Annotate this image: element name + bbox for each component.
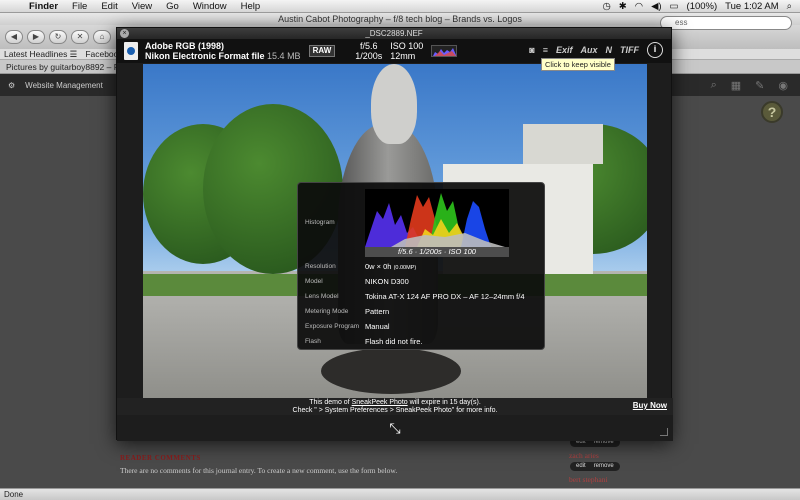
focal-length: 12mm (390, 51, 416, 61)
model-value: NIKON D300 (365, 277, 409, 286)
exposure-info: f/5.6 1/200s (355, 41, 382, 61)
sneakpeek-window: × _DSC2889.NEF Adobe RGB (1998) Nikon El… (116, 27, 673, 441)
menu-app-finder[interactable]: Finder (22, 0, 65, 13)
remove-link[interactable]: remove (594, 462, 614, 471)
resolution-label: Resolution (305, 263, 336, 270)
tab-pictures[interactable]: Pictures by guitarboy8892 – P (6, 62, 119, 72)
file-info: Adobe RGB (1998) Nikon Electronic Format… (145, 41, 301, 61)
close-icon[interactable]: × (120, 29, 129, 38)
sneakpeek-filename: _DSC2889.NEF (365, 29, 423, 38)
back-icon[interactable]: ◀ (5, 30, 23, 44)
demo-notice: This demo of SneakPeek Photo will expire… (117, 398, 673, 415)
sneakpeek-link[interactable]: SneakPeek Photo (352, 399, 408, 406)
buy-now-link[interactable]: Buy Now (633, 402, 667, 410)
menu-help[interactable]: Help (234, 0, 268, 13)
bluetooth-icon[interactable]: ✱ (619, 0, 627, 13)
eye-icon[interactable]: ◉ (778, 79, 788, 92)
demo-line-2: Check " > System Preferences > SneakPeek… (292, 407, 498, 414)
search-icon[interactable]: ⌕ (711, 79, 717, 92)
tool-buttons: ◙ ≡ Exif Aux N TIFF i (529, 42, 663, 58)
battery-icon[interactable]: ▭ (670, 0, 679, 13)
iso: ISO 100 (390, 41, 424, 51)
sneakpeek-titlebar: × _DSC2889.NEF (117, 28, 671, 39)
flash-label: Flash (305, 338, 321, 345)
exif-button[interactable]: Exif (556, 45, 573, 55)
file-format: Nikon Electronic Format file (145, 51, 265, 61)
menu-bar: Finder File Edit View Go Window Help ◷ ✱… (0, 0, 800, 13)
menu-file[interactable]: File (65, 0, 94, 13)
statue-head (371, 64, 417, 144)
menu-go[interactable]: Go (159, 0, 186, 13)
house-roof (523, 124, 603, 164)
exposure-program-value: Manual (365, 322, 390, 331)
edit-link[interactable]: edit (576, 462, 586, 471)
flash-value: Flash did not fire. (365, 337, 423, 346)
comment-actions: edit remove (570, 462, 620, 471)
histogram-label: Histogram (305, 219, 335, 226)
help-icon[interactable]: ? (761, 101, 783, 123)
lens-value: Tokina AT-X 124 AF PRO DX – AF 12–24mm f… (365, 292, 525, 301)
exif-panel[interactable]: Histogram f/5.6 · 1/200s · ISO 100 Resol… (297, 182, 545, 350)
camera-icon[interactable]: ◙ (529, 45, 534, 55)
volume-icon[interactable]: ◀) (651, 0, 661, 13)
comments-heading: READER COMMENTS (120, 454, 201, 462)
resolution-value: 0w × 0h (0.00MP) (365, 262, 417, 271)
comment-user[interactable]: bert stephani (569, 475, 608, 484)
aux-button[interactable]: Aux (580, 45, 597, 55)
stop-icon[interactable]: ✕ (71, 30, 89, 44)
no-comments-text: There are no comments for this journal e… (120, 466, 398, 475)
raw-badge: RAW (308, 45, 336, 57)
lens-label: Lens Model (305, 293, 339, 300)
gear-icon[interactable]: ⚙ (8, 81, 15, 90)
grid-icon[interactable]: ▦ (731, 79, 741, 92)
clock[interactable]: Tue 1:02 AM (725, 0, 779, 13)
wifi-icon[interactable]: ◠ (635, 0, 643, 13)
url-field[interactable]: ess (660, 16, 792, 30)
mini-histogram[interactable] (431, 45, 458, 57)
forward-icon[interactable]: ▶ (27, 30, 45, 44)
home-icon[interactable]: ⌂ (93, 30, 111, 44)
model-label: Model (305, 278, 323, 285)
statue-base (321, 348, 461, 394)
website-management-link[interactable]: Website Management (25, 81, 103, 90)
metering-label: Metering Mode (305, 308, 349, 315)
metering-value: Pattern (365, 307, 390, 316)
spotlight-icon[interactable]: ⌕ (787, 0, 792, 13)
histogram (365, 189, 509, 247)
reload-icon[interactable]: ↻ (49, 30, 67, 44)
comment-user[interactable]: zach aries (569, 451, 599, 460)
iso-focal-info: ISO 100 12mm (390, 41, 423, 61)
battery-percent: (100%) (686, 0, 718, 12)
expand-icon[interactable]: ⤡ (385, 419, 405, 437)
time-machine-icon[interactable]: ◷ (603, 0, 611, 13)
histogram-caption: f/5.6 · 1/200s · ISO 100 (365, 247, 509, 257)
file-size: 15.4 MB (267, 51, 301, 61)
status-bar: Done (0, 488, 800, 500)
file-icon (124, 42, 138, 60)
tooltip: Click to keep visible (541, 58, 615, 71)
color-profile: Adobe RGB (1998) (145, 41, 225, 51)
menu-view[interactable]: View (125, 0, 159, 13)
demo-line-1: This demo of SneakPeek Photo will expire… (309, 399, 481, 406)
list-icon[interactable]: ≡ (543, 45, 548, 55)
resize-grip-icon[interactable] (660, 428, 668, 436)
pen-icon[interactable]: ✎ (755, 79, 764, 92)
info-icon[interactable]: i (647, 42, 663, 58)
nikon-button[interactable]: N (606, 45, 613, 55)
exposure-program-label: Exposure Program (305, 323, 360, 330)
shutter-speed: 1/200s (355, 51, 383, 61)
aperture: f/5.6 (360, 41, 378, 51)
tiff-button[interactable]: TIFF (620, 45, 639, 55)
bookmark-latest-headlines[interactable]: Latest Headlines ☰ (4, 49, 77, 60)
menu-window[interactable]: Window (186, 0, 234, 13)
photo-preview: Histogram f/5.6 · 1/200s · ISO 100 Resol… (143, 64, 647, 398)
menu-edit[interactable]: Edit (94, 0, 124, 13)
